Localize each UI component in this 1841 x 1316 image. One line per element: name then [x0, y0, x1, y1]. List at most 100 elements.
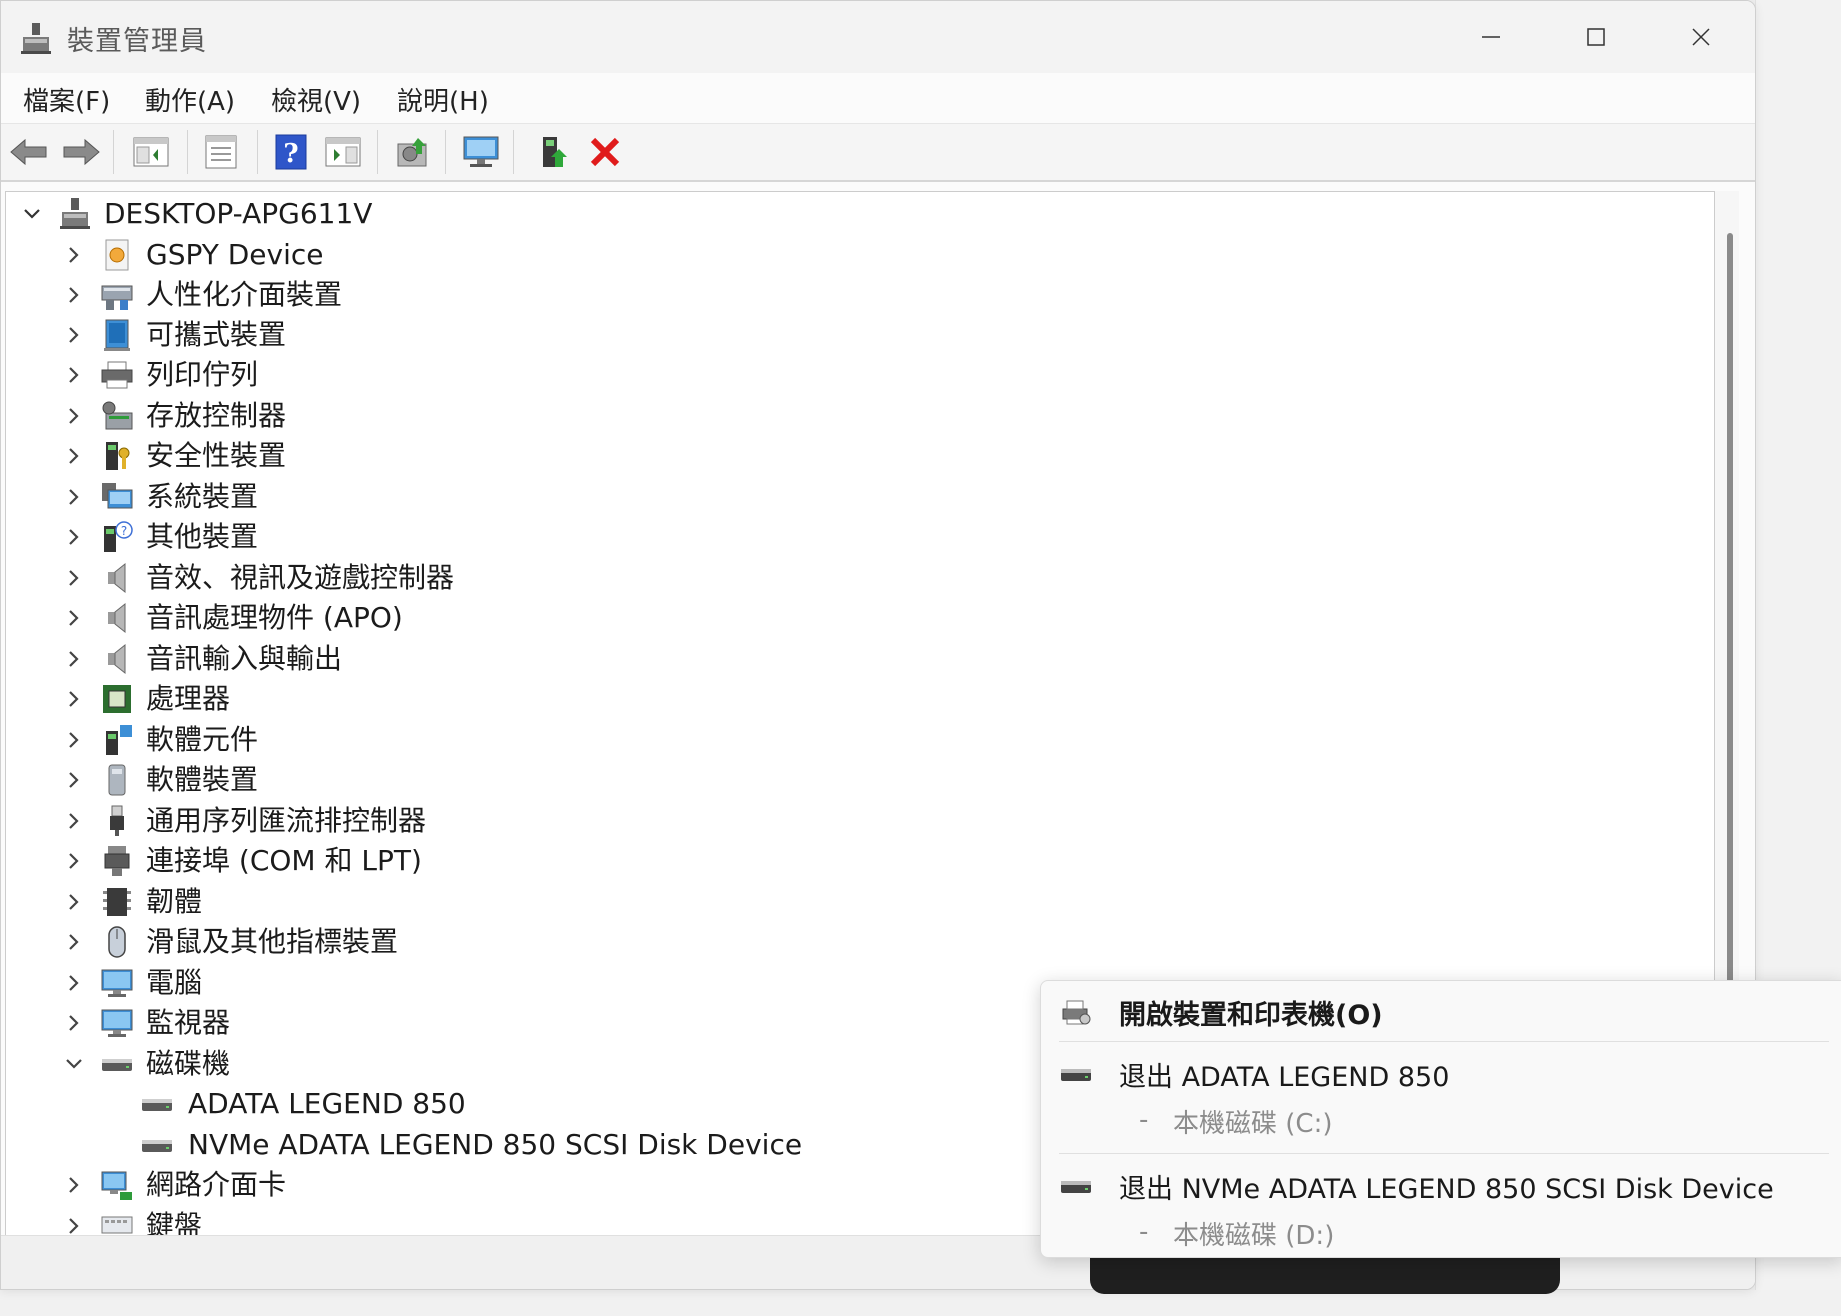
tree-item-monitor[interactable]: 監視器	[6, 1003, 1006, 1043]
help-button[interactable]: ?	[269, 130, 313, 174]
tree-item-audio-io[interactable]: 音訊輸入與輸出	[6, 639, 1006, 679]
chevron-down-icon[interactable]	[62, 1052, 86, 1076]
tree-item-label: 安全性裝置	[146, 439, 287, 472]
eject-nvme-item[interactable]: 退出 NVMe ADATA LEGEND 850 SCSI Disk Devic…	[1041, 1157, 1841, 1257]
maximize-button[interactable]	[1561, 15, 1631, 59]
chevron-right-icon[interactable]	[62, 687, 86, 711]
close-button[interactable]	[1666, 15, 1736, 59]
title-bar[interactable]: 裝置管理員	[1, 1, 1755, 73]
chevron-right-icon[interactable]	[62, 930, 86, 954]
chevron-right-icon[interactable]	[62, 485, 86, 509]
tree-item-label: 磁碟機	[146, 1047, 231, 1080]
tree-item-gspy[interactable]: GSPY Device	[6, 235, 1006, 275]
minimize-button[interactable]	[1456, 15, 1526, 59]
chevron-right-icon[interactable]	[62, 283, 86, 307]
tree-item-security[interactable]: 安全性裝置	[6, 436, 1006, 476]
tree-item-portable[interactable]: 可攜式裝置	[6, 315, 1006, 355]
chevron-right-icon[interactable]	[62, 363, 86, 387]
menu-file[interactable]: 檔案(F)	[23, 81, 110, 118]
chevron-down-icon[interactable]	[20, 202, 44, 226]
tree-item-other[interactable]: ? 其他裝置	[6, 517, 1006, 557]
action-pane-button[interactable]	[321, 130, 365, 174]
chevron-right-icon[interactable]	[62, 971, 86, 995]
tree-item-network-adapter[interactable]: 網路介面卡	[6, 1165, 1006, 1205]
monitor-button[interactable]	[459, 130, 503, 174]
menu-action[interactable]: 動作(A)	[145, 81, 235, 118]
tree-item-software-component[interactable]: 軟體元件	[6, 720, 1006, 760]
help-icon: ?	[275, 134, 307, 170]
menu-view[interactable]: 檢視(V)	[271, 81, 361, 118]
software-component-icon	[106, 725, 132, 755]
scan-hardware-button[interactable]	[391, 130, 435, 174]
tree-item-label: 人性化介面裝置	[146, 278, 343, 311]
eject-adata-item[interactable]: 退出 ADATA LEGEND 850 - 本機磁碟 (C:)	[1041, 1045, 1841, 1151]
chevron-right-icon[interactable]	[62, 404, 86, 428]
tree-root-label: DESKTOP-APG611V	[104, 197, 373, 230]
minimize-icon	[1482, 36, 1500, 38]
tree-item-label: 可攜式裝置	[146, 318, 287, 351]
tree-item-sound-video-game[interactable]: 音效、視訊及遊戲控制器	[6, 558, 1006, 598]
chevron-right-icon[interactable]	[62, 768, 86, 792]
forward-button[interactable]	[59, 130, 103, 174]
tree-child-adata-legend[interactable]: ADATA LEGEND 850	[6, 1084, 1006, 1124]
menu-help[interactable]: 說明(H)	[397, 81, 489, 118]
show-hide-tree-button[interactable]	[129, 130, 173, 174]
flyout-separator	[1059, 1041, 1829, 1042]
disk-drive-icon	[142, 1099, 172, 1111]
open-devices-and-printers-item[interactable]: 開啟裝置和印表機(O)	[1041, 981, 1841, 1041]
console-tree-icon	[133, 137, 169, 167]
chevron-right-icon[interactable]	[62, 606, 86, 630]
chevron-right-icon[interactable]	[62, 1214, 86, 1236]
tree-item-storage-controller[interactable]: 存放控制器	[6, 396, 1006, 436]
keyboard-icon	[101, 1216, 133, 1234]
monitor-icon	[101, 1009, 133, 1037]
properties-button[interactable]	[199, 130, 243, 174]
chevron-right-icon[interactable]	[62, 243, 86, 267]
tree-item-processor[interactable]: 處理器	[6, 679, 1006, 719]
tree-item-computer[interactable]: 電腦	[6, 963, 1006, 1003]
forward-arrow-icon	[63, 138, 100, 166]
chevron-right-icon[interactable]	[62, 566, 86, 590]
tree-child-nvme-adata[interactable]: NVMe ADATA LEGEND 850 SCSI Disk Device	[6, 1125, 1006, 1165]
toolbar-separator	[445, 130, 446, 174]
tree-item-label: 其他裝置	[146, 520, 259, 553]
tree-item-system[interactable]: 系統裝置	[6, 477, 1006, 517]
tree-item-software-device[interactable]: 軟體裝置	[6, 760, 1006, 800]
chevron-right-icon[interactable]	[62, 1173, 86, 1197]
tree-item-usb[interactable]: 通用序列匯流排控制器	[6, 801, 1006, 841]
back-button[interactable]	[7, 130, 51, 174]
tree-item-disk-drives[interactable]: 磁碟機	[6, 1044, 1006, 1084]
storage-controller-icon	[102, 401, 133, 430]
uninstall-device-button[interactable]	[583, 130, 627, 174]
flyout-separator	[1059, 1153, 1829, 1154]
chevron-right-icon[interactable]	[62, 323, 86, 347]
device-manager-app-icon	[19, 21, 53, 55]
chevron-right-icon[interactable]	[62, 647, 86, 671]
menu-bar: 檔案(F) 動作(A) 檢視(V) 說明(H)	[1, 73, 1755, 124]
software-device-icon	[108, 764, 126, 796]
chevron-right-icon[interactable]	[62, 444, 86, 468]
update-driver-button[interactable]	[533, 130, 577, 174]
tree-item-label: 韌體	[146, 885, 203, 918]
mouse-icon	[108, 926, 126, 958]
tree-item-firmware[interactable]: 韌體	[6, 882, 1006, 922]
chevron-right-icon[interactable]	[62, 1011, 86, 1035]
other-device-icon: ?	[104, 521, 133, 552]
svg-text:?: ?	[121, 524, 127, 538]
action-pane-icon	[325, 137, 361, 167]
tree-item-apo[interactable]: 音訊處理物件 (APO)	[6, 598, 1006, 638]
close-icon	[1692, 28, 1710, 46]
tree-item-mouse[interactable]: 滑鼠及其他指標裝置	[6, 922, 1006, 962]
chevron-right-icon[interactable]	[62, 728, 86, 752]
tree-item-label: 音訊處理物件 (APO)	[146, 601, 403, 634]
tree-item-hid[interactable]: 人性化介面裝置	[6, 275, 1006, 315]
tree-item-print-queue[interactable]: 列印佇列	[6, 355, 1006, 395]
chevron-right-icon[interactable]	[62, 809, 86, 833]
tree-item-keyboard[interactable]: 鍵盤	[6, 1206, 1006, 1236]
chevron-right-icon[interactable]	[62, 525, 86, 549]
tree-root[interactable]: DESKTOP-APG611V	[6, 194, 1706, 234]
chevron-right-icon[interactable]	[62, 890, 86, 914]
chevron-right-icon[interactable]	[62, 849, 86, 873]
tree-item-label: 電腦	[146, 966, 203, 999]
tree-item-ports[interactable]: 連接埠 (COM 和 LPT)	[6, 841, 1006, 881]
